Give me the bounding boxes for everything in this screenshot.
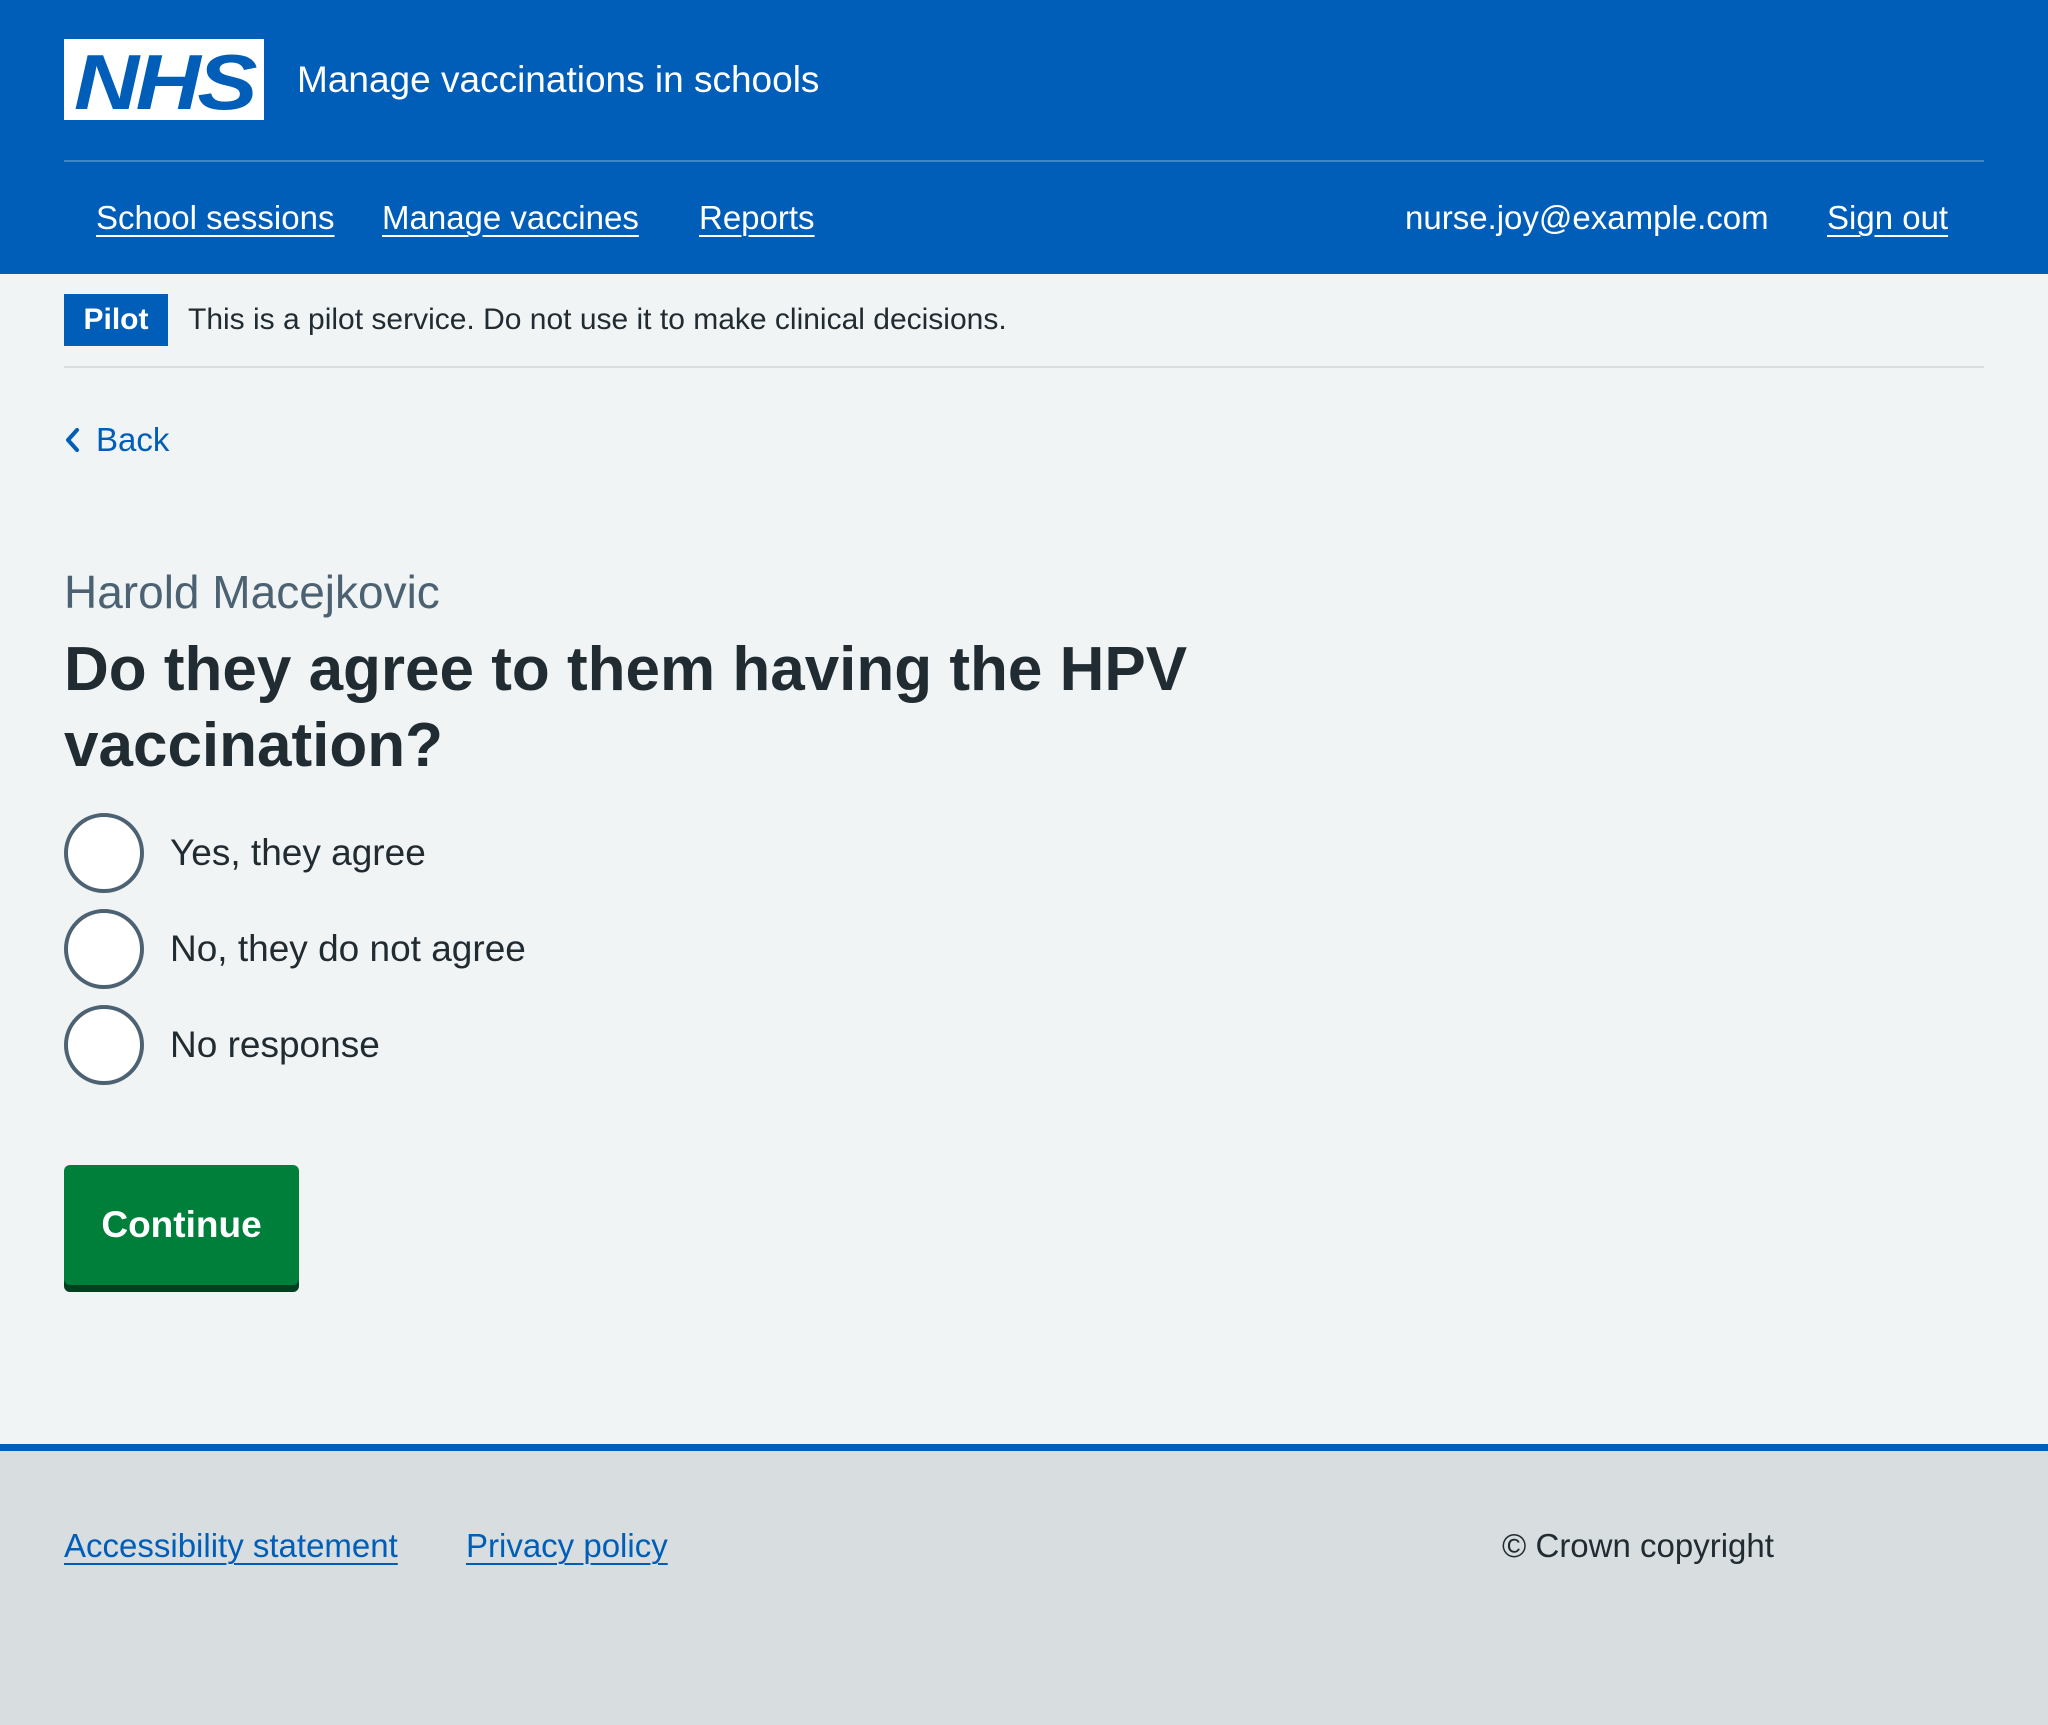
radio-label-yes[interactable]: Yes, they agree — [170, 829, 426, 877]
back-link-label: Back — [96, 421, 170, 458]
nav-manage-vaccines[interactable]: Manage vaccines — [382, 196, 639, 240]
radio-input-yes[interactable] — [64, 813, 144, 893]
service-name[interactable]: Manage vaccinations in schools — [297, 56, 819, 104]
radio-option-no[interactable]: No, they do not agree — [64, 909, 526, 989]
nav-school-sessions[interactable]: School sessions — [96, 196, 334, 240]
nav-reports[interactable]: Reports — [699, 196, 815, 240]
header-divider — [64, 160, 1984, 162]
nhs-logo-text: NHS — [74, 39, 257, 120]
account-email: nurse.joy@example.com — [1405, 199, 1769, 236]
radio-input-no-response[interactable] — [64, 1005, 144, 1085]
chevron-left-icon — [66, 428, 79, 452]
continue-button[interactable]: Continue — [64, 1165, 299, 1285]
site-header: NHS Manage vaccinations in schools Schoo… — [0, 0, 2048, 274]
nhs-logo[interactable]: NHS — [64, 39, 264, 120]
footer-copyright: © Crown copyright — [1502, 1527, 1774, 1564]
consent-question-heading: Do they agree to them having the HPV vac… — [64, 635, 1188, 780]
patient-name-caption: Harold Macejkovic — [64, 566, 440, 618]
radio-label-no-response[interactable]: No response — [170, 1021, 380, 1069]
sign-out-link[interactable]: Sign out — [1827, 196, 1948, 240]
banner-divider — [64, 366, 1984, 368]
radio-label-no[interactable]: No, they do not agree — [170, 925, 526, 973]
radio-option-yes[interactable]: Yes, they agree — [64, 813, 426, 893]
footer-accessibility-link[interactable]: Accessibility statement — [64, 1524, 398, 1568]
pilot-tag: Pilot — [64, 294, 168, 346]
back-link[interactable]: Back — [64, 418, 169, 462]
site-footer: Accessibility statement Privacy policy ©… — [0, 1444, 2048, 1725]
footer-privacy-link[interactable]: Privacy policy — [466, 1524, 668, 1568]
pilot-banner-text: This is a pilot service. Do not use it t… — [188, 303, 1007, 336]
radio-input-no[interactable] — [64, 909, 144, 989]
radio-option-no-response[interactable]: No response — [64, 1005, 380, 1085]
